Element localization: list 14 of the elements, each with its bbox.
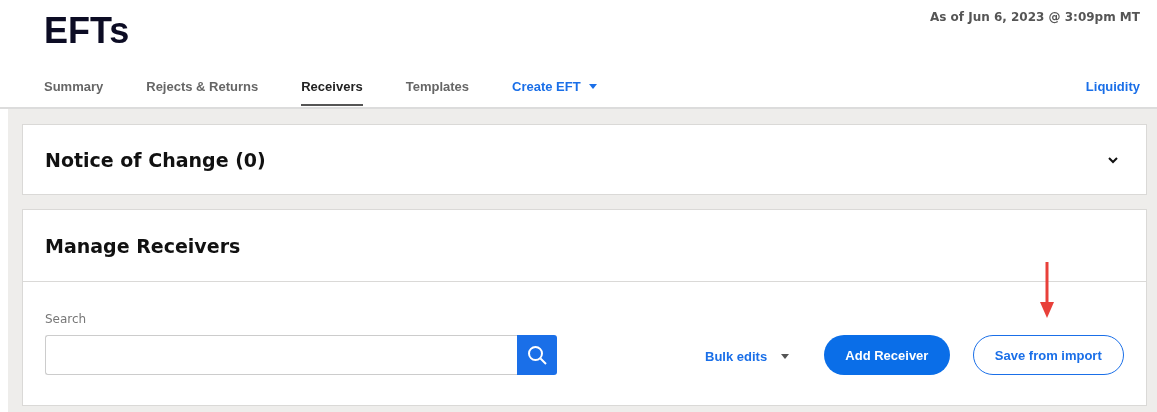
bulk-edits-dropdown[interactable]: Bulk edits [705, 349, 790, 364]
add-receiver-button[interactable]: Add Receiver [824, 335, 950, 375]
search-label: Search [45, 312, 88, 326]
liquidity-link[interactable]: Liquidity [1085, 79, 1140, 94]
nav-tab[interactable]: Summary [44, 67, 104, 106]
panel-title: Manage Receivers [45, 234, 241, 257]
nav-tab[interactable]: Receivers [301, 67, 363, 106]
dropdown-tab[interactable]: Create EFT [512, 67, 597, 106]
timestamp: As of Jun 6, 2023 @ 3:09pm MT [929, 10, 1140, 24]
nav-tab[interactable]: Templates [405, 67, 470, 106]
page-title: EFTs [44, 10, 130, 52]
import-button[interactable]: Save from import [972, 335, 1124, 375]
nav-tab[interactable]: Rejects & Returns [146, 67, 259, 106]
panel-title: Notice of Change (0) [45, 148, 266, 171]
